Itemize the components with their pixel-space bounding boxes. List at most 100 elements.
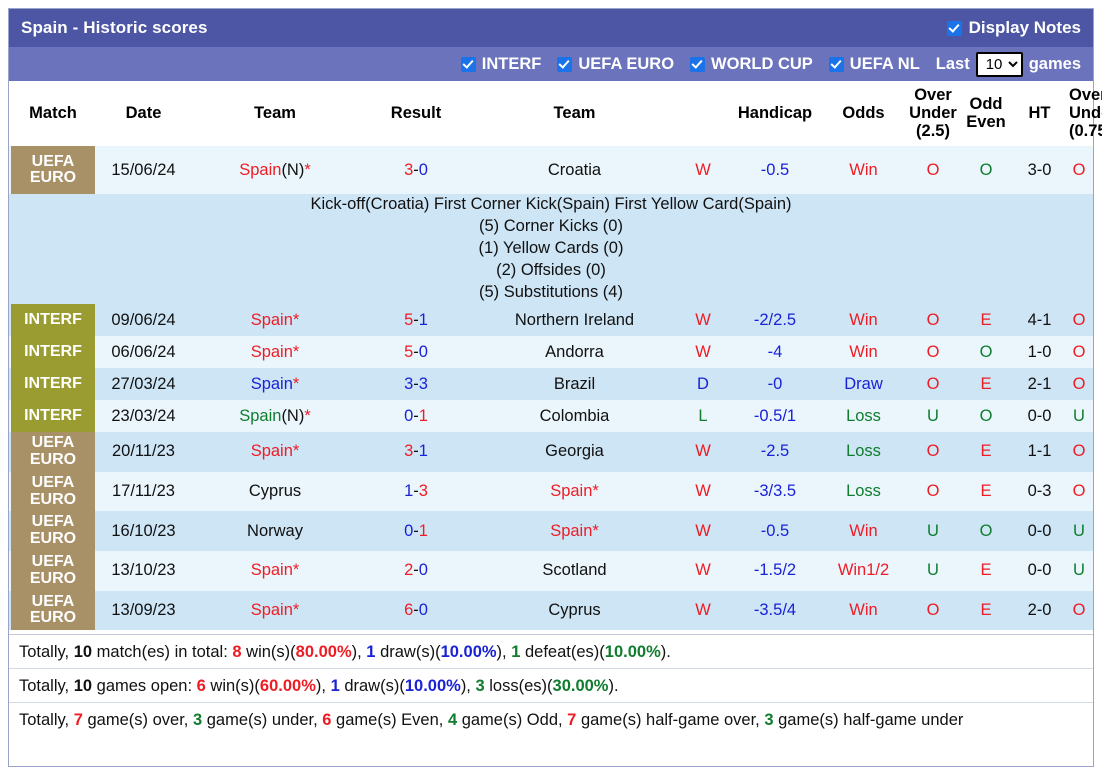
match-date: 09/06/24 [97,304,190,337]
match-date: 20/11/23 [97,432,190,472]
home-team: Spain* [190,432,360,472]
match-competition-cell: UEFA EURO [9,511,97,551]
s2-total: 10 [73,677,93,696]
filter-interf-label: INTERF [481,54,542,73]
ou25-letter: U [927,561,939,580]
team-star: * [292,374,300,393]
ou25-letter: O [926,374,940,393]
ht-text: 3-0 [1027,160,1052,179]
result-away-score: 0 [418,600,428,619]
team-name: Spain [250,342,293,361]
filter-uefa-nl[interactable]: UEFA NL [828,55,920,74]
ou25-letter: O [926,442,940,461]
team-name: Cyprus [548,600,601,619]
ou075-line1: Over [1069,86,1102,104]
result-home-score: 0 [404,406,414,425]
world-cup-checkbox[interactable] [690,56,706,72]
s1-pct-draw: 10.00% [440,643,497,662]
odds-text: Loss [846,406,881,425]
home-team: Norway [190,511,360,551]
over-under-075: O [1067,304,1093,337]
table-row[interactable]: UEFA EURO 17/11/23 Cyprus 1-3 Spain* W -3/3.5 Lo… [9,471,1093,512]
half-time-score: 0-0 [1012,550,1067,591]
col-result[interactable]: Result [360,81,472,147]
col-ht[interactable]: HT [1012,81,1067,147]
table-row[interactable]: UEFA EURO 16/10/23 Norway 0-1 Spain* W -0.5 Win U… [9,511,1093,551]
handicap-text: -2.5 [760,442,790,461]
team-name: Spain [239,160,282,179]
competition-badge: INTERF [11,400,95,433]
s3-half-under: 3 [764,711,774,730]
over-under-075: O [1067,146,1093,195]
wdl-indicator: L [677,400,729,433]
table-row[interactable]: INTERF 06/06/24 Spain* 5-0 Andorra W -4 Win O O 1-… [9,336,1093,369]
ou075-letter: O [1072,442,1086,461]
games-count-select[interactable]: 510152030 [975,51,1023,77]
match-result: 5-0 [360,336,472,369]
col-odds[interactable]: Odds [821,81,906,147]
competition-badge: UEFA EURO [11,471,95,512]
col-team-away[interactable]: Team [472,81,677,147]
col-handicap[interactable]: Handicap [729,81,821,147]
team-name: Spain [250,310,293,329]
competition-badge: UEFA EURO [11,146,95,195]
badge-line-1: INTERF [24,374,82,392]
handicap-value: -2/2.5 [729,304,821,337]
team-name: Spain [550,521,593,540]
ou075-letter: O [1072,600,1086,619]
handicap-value: -4 [729,336,821,369]
col-team-home[interactable]: Team [190,81,360,147]
filter-uefa-euro[interactable]: UEFA EURO [557,55,674,74]
display-notes-toggle[interactable]: Display Notes [946,18,1081,38]
s1-pct-win: 80.00% [295,643,352,662]
s3-p4: game(s) Even, [331,711,448,730]
col-over-under-25[interactable]: Over Under (2.5) [906,81,960,147]
ou075-line2: Under [1069,103,1102,122]
over-under-25: O [906,336,960,369]
table-row[interactable]: UEFA EURO 15/06/24 Spain(N)* 3-0 Croatia W -0.5… [9,146,1093,195]
table-row[interactable]: INTERF 27/03/24 Spain* 3-3 Brazil D -0 Draw O E 2-… [9,368,1093,401]
table-row[interactable]: UEFA EURO 13/09/23 Spain* 6-0 Cyprus W -3.5/4 Wi… [9,590,1093,631]
odd-even: O [960,336,1012,369]
team-name: Northern Ireland [514,310,635,329]
team-name: Spain [250,561,293,580]
team-name: Cyprus [248,482,302,501]
col-date[interactable]: Date [97,81,190,147]
uefa-euro-checkbox[interactable] [557,56,573,72]
table-row[interactable]: UEFA EURO 20/11/23 Spain* 3-1 Georgia W -2.5 Los… [9,432,1093,472]
handicap-value: -1.5/2 [729,550,821,591]
ou075-letter: O [1072,310,1086,329]
s3-p3: game(s) under, [202,711,323,730]
odd-even: E [960,590,1012,631]
oddeven-letter: O [979,342,993,361]
filter-world-cup[interactable]: WORLD CUP [690,55,813,74]
col-match[interactable]: Match [9,81,97,147]
uefa-nl-checkbox[interactable] [828,56,844,72]
match-notes-row: Kick-off(Croatia) First Corner Kick(Spai… [9,194,1093,305]
over-under-075: O [1067,336,1093,369]
result-away-score: 0 [418,561,428,580]
last-games-control[interactable]: Last 510152030 games [936,51,1081,77]
wdl-letter: D [697,374,709,393]
handicap-text: -0.5 [760,160,790,179]
s2-p8: ). [608,677,619,696]
s3-p6: game(s) half-game over, [576,711,765,730]
s3-p5: game(s) Odd, [457,711,568,730]
display-notes-checkbox[interactable] [946,20,962,36]
col-odd-even[interactable]: Odd Even [960,81,1012,147]
filter-interf[interactable]: INTERF [460,54,542,74]
wdl-indicator: W [677,590,729,631]
match-result: 5-1 [360,304,472,337]
table-row[interactable]: INTERF 09/06/24 Spain* 5-1 Northern Ireland W… [9,304,1093,337]
team-star: * [592,482,599,501]
odds-value: Loss [821,432,906,472]
interf-checkbox[interactable] [460,56,476,72]
s1-p5: draw(s)( [375,643,441,662]
match-notes-cell: Kick-off(Croatia) First Corner Kick(Spai… [9,194,1093,305]
table-row[interactable]: INTERF 23/03/24 Spain(N)* 0-1 Colombia L -0.5/… [9,400,1093,433]
result-away-score: 1 [418,406,428,425]
col-over-under-075[interactable]: Over Under (0.75) [1067,81,1102,147]
ou075-letter: U [1073,406,1085,425]
table-row[interactable]: UEFA EURO 13/10/23 Spain* 2-0 Scotland W -1.5/2… [9,550,1093,591]
page-title: Spain - Historic scores [21,18,208,37]
